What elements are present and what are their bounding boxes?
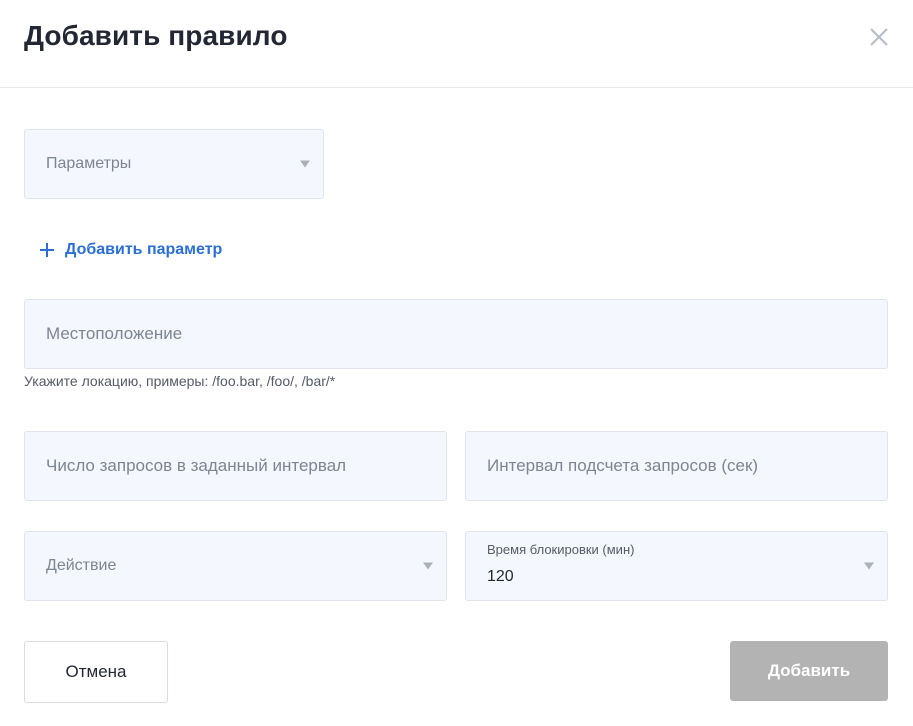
params-select-placeholder: Параметры bbox=[46, 155, 132, 172]
close-button[interactable] bbox=[864, 22, 894, 52]
cancel-button[interactable]: Отмена bbox=[24, 641, 168, 703]
block-time-label: Время блокировки (мин) bbox=[487, 542, 635, 557]
add-button[interactable]: Добавить bbox=[730, 641, 888, 701]
chevron-down-icon bbox=[423, 562, 433, 570]
requests-interval-input[interactable]: Интервал подсчета запросов (сек) bbox=[465, 431, 888, 501]
add-parameter-label: Добавить параметр bbox=[65, 241, 223, 258]
block-time-value: 120 bbox=[487, 568, 514, 585]
location-input[interactable]: Местоположение bbox=[24, 299, 888, 369]
requests-count-placeholder: Число запросов в заданный интервал bbox=[46, 456, 347, 475]
block-time-select[interactable]: Время блокировки (мин) 120 bbox=[465, 531, 888, 601]
requests-interval-placeholder: Интервал подсчета запросов (сек) bbox=[487, 456, 759, 475]
location-placeholder: Местоположение bbox=[46, 324, 183, 343]
action-select[interactable]: Действие bbox=[24, 531, 447, 601]
add-parameter-button[interactable]: Добавить параметр bbox=[40, 238, 222, 262]
chevron-down-icon bbox=[864, 562, 874, 570]
params-select[interactable]: Параметры bbox=[24, 129, 324, 199]
dialog-header: Добавить правило bbox=[0, 0, 913, 88]
action-select-placeholder: Действие bbox=[46, 557, 117, 574]
add-rule-dialog: Добавить правило Параметры Добавить пара… bbox=[0, 0, 913, 726]
dialog-title: Добавить правило bbox=[24, 20, 288, 51]
chevron-down-icon bbox=[300, 160, 310, 168]
close-icon bbox=[870, 28, 888, 46]
requests-count-input[interactable]: Число запросов в заданный интервал bbox=[24, 431, 447, 501]
location-hint: Укажите локацию, примеры: /foo.bar, /foo… bbox=[24, 373, 336, 389]
plus-icon bbox=[40, 243, 54, 257]
